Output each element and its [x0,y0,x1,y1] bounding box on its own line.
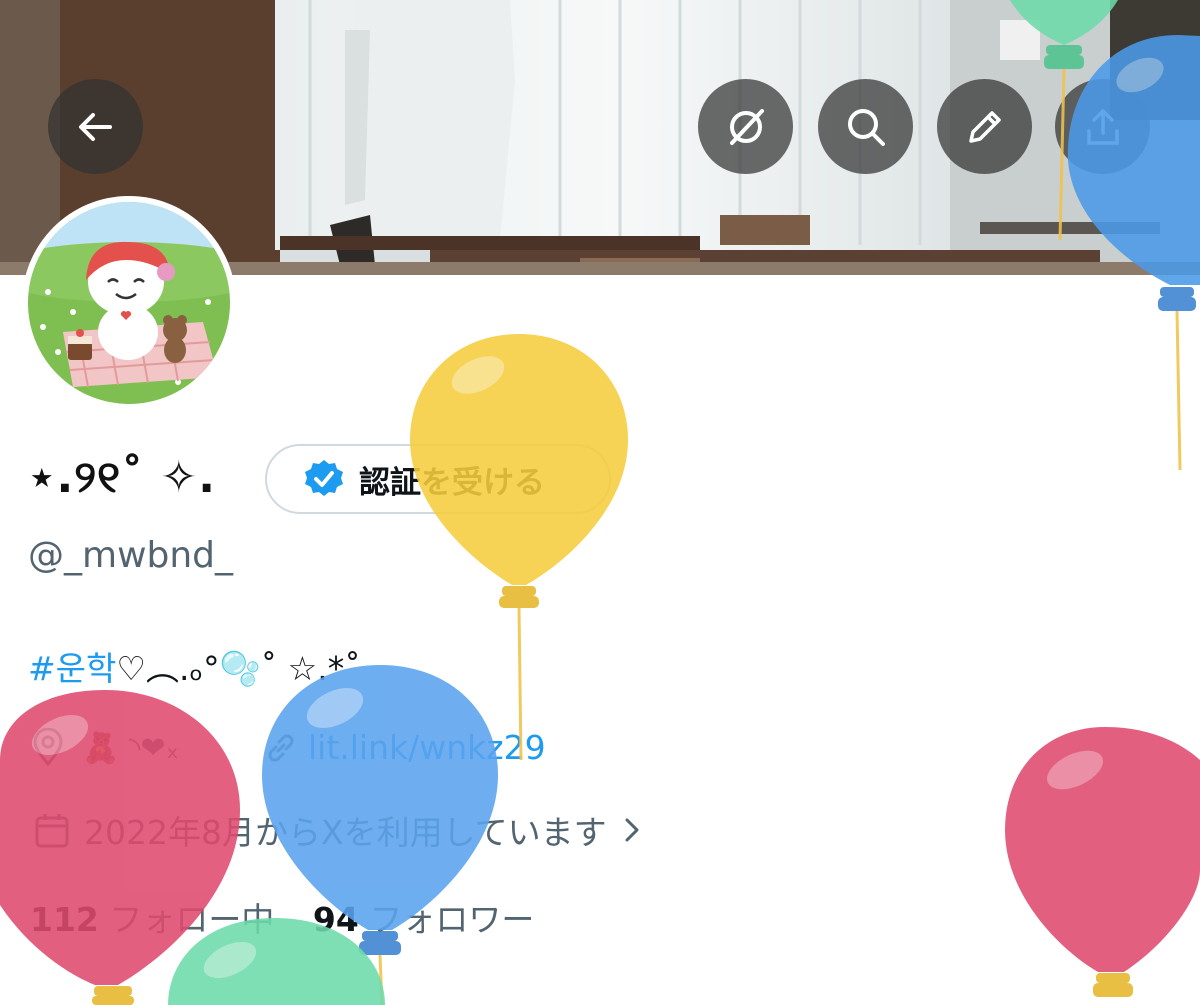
link-icon [268,734,294,761]
balloon-yellow [410,334,628,761]
location-pin-icon [33,728,63,767]
display-name: ⋆.୨୧˚ ✧. [28,452,216,503]
bio: #운학♡︵.ₒ°🫧˚ ☆.*˚ [28,642,361,690]
joined-date-row[interactable]: 2022年8月からXを利用しています [32,806,647,854]
edit-icon [968,110,1001,143]
share-icon [1086,108,1119,145]
avatar[interactable] [22,196,236,410]
search-button[interactable] [818,79,913,174]
location-row: 🧸 ◝❤︎ₓ [28,728,179,768]
following-link[interactable]: 112 フォロー中 [30,900,274,939]
balloon-red-right [1005,727,1200,997]
search-icon [847,108,885,146]
get-verified-label: 認証を受ける [359,464,545,501]
get-verified-button[interactable]: 認証を受ける [265,444,611,514]
grok-button[interactable] [698,79,793,174]
website-row[interactable]: lit.link/wnkz29 [262,728,546,767]
verified-badge-icon [305,460,343,496]
chevron-right-icon [625,818,639,842]
bio-text: ♡︵.ₒ°🫧˚ ☆.*˚ [116,649,361,688]
user-handle: @_mwbnd_ [28,535,234,576]
joined-date-text: 2022年8月からXを利用しています [84,813,607,852]
share-button[interactable] [1055,79,1150,174]
grok-icon [729,108,764,145]
followers-label: フォロワー [369,900,535,939]
calendar-icon [35,814,69,848]
following-label: フォロー中 [109,900,275,939]
avatar-image [28,202,230,404]
arrow-left-icon [78,112,112,141]
back-button[interactable] [48,79,143,174]
followers-count: 94 [312,900,359,939]
location-text: 🧸 ◝❤︎ₓ [82,730,179,766]
follow-stats: 112 フォロー中 94 フォロワー [30,893,534,941]
followers-link[interactable]: 94 フォロワー [313,900,534,939]
edit-button[interactable] [937,79,1032,174]
following-count: 112 [30,900,99,939]
bio-hashtag-link[interactable]: #운학 [28,649,116,688]
website-link[interactable]: lit.link/wnkz29 [308,728,546,767]
